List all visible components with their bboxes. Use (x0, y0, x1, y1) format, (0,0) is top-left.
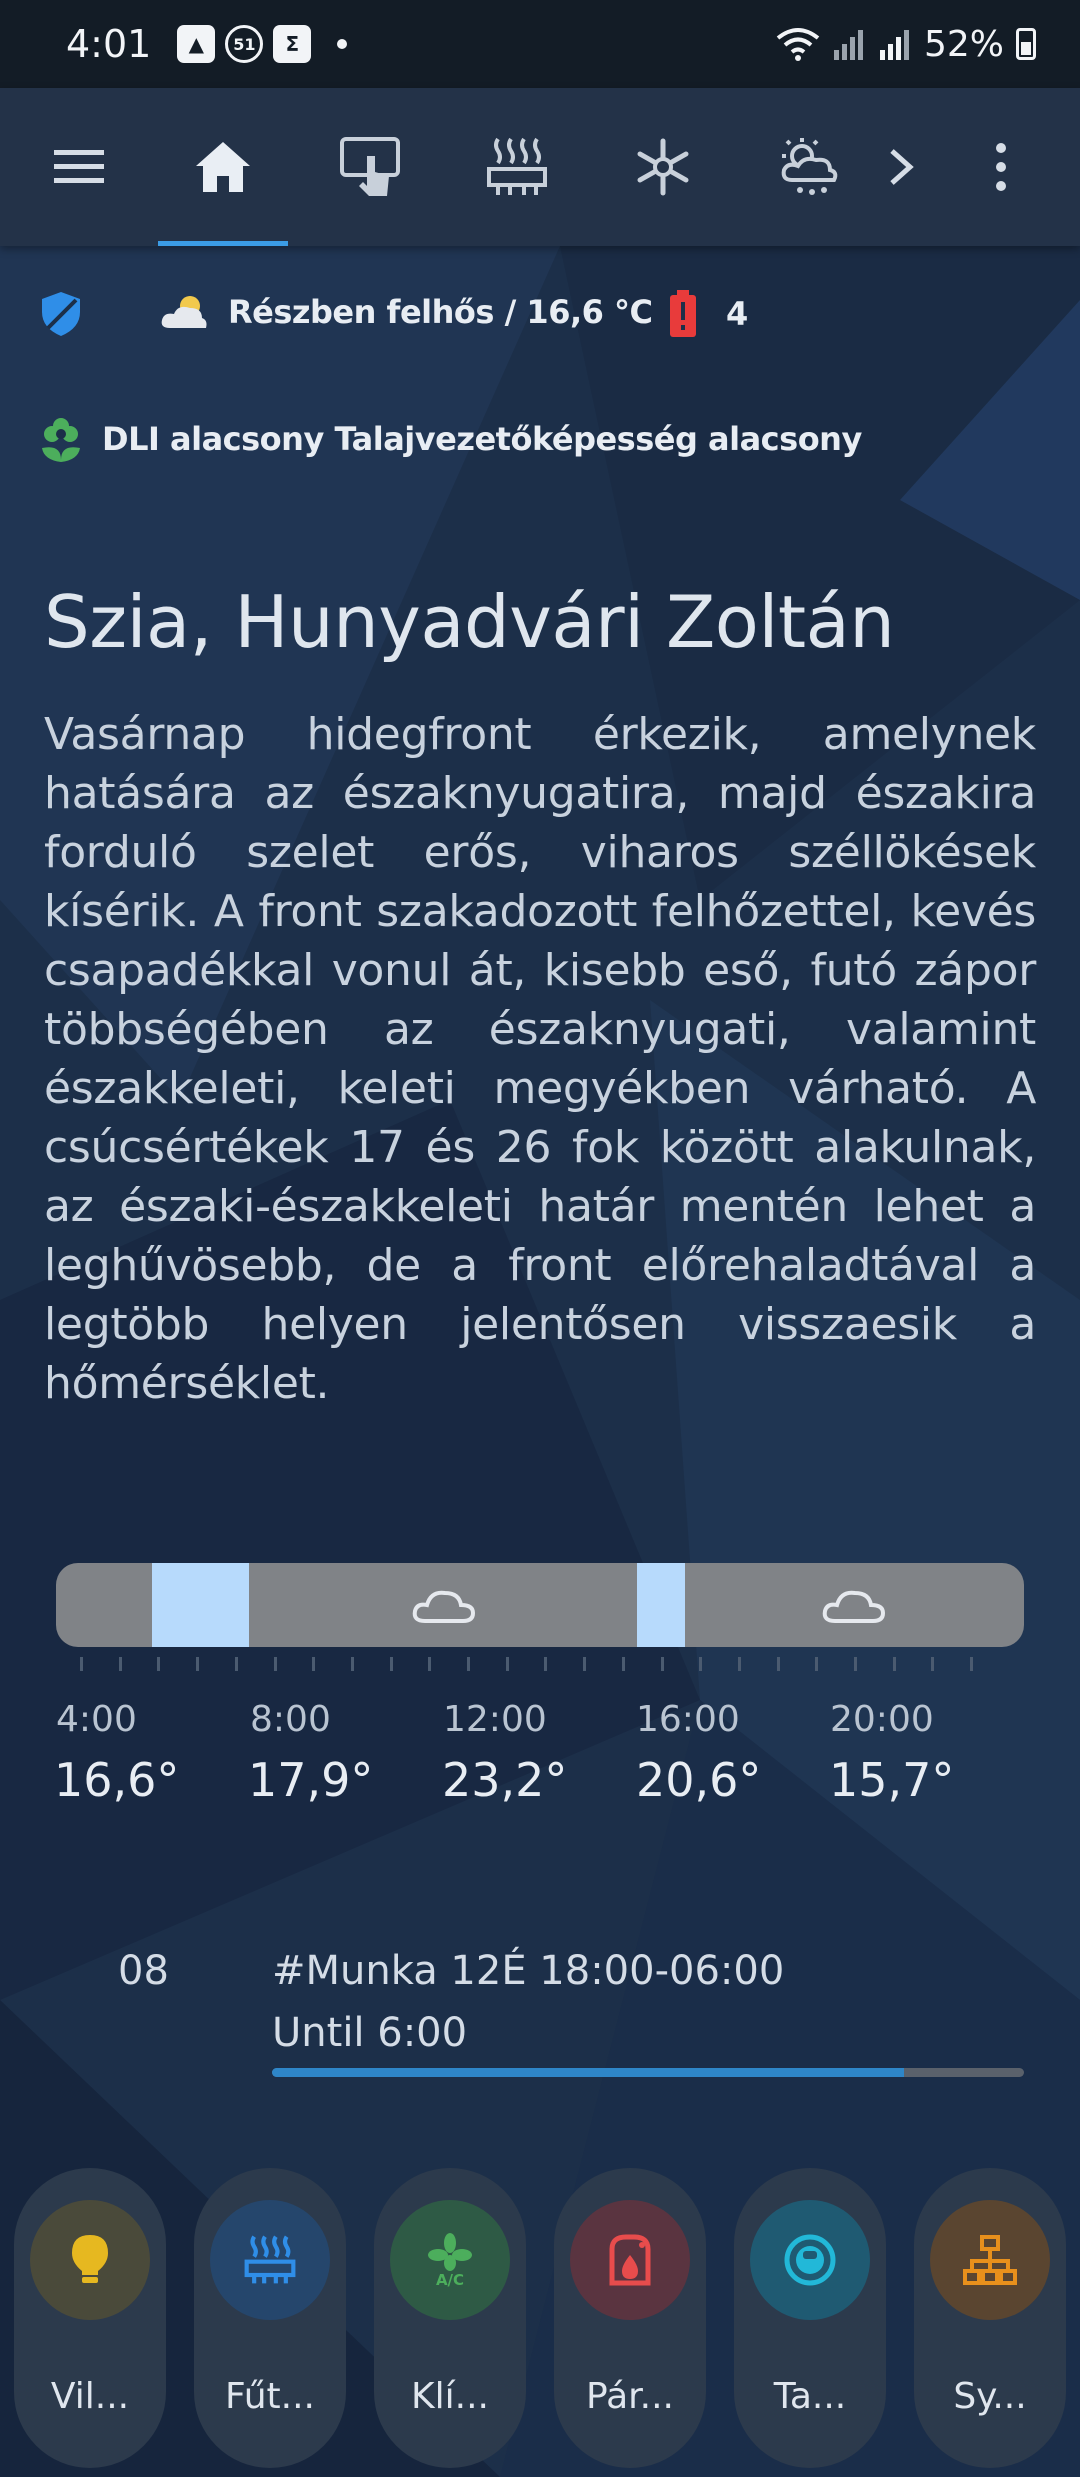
shortcut-ac[interactable]: A/C Klí... (374, 2168, 526, 2468)
ac-icon: A/C (428, 2233, 472, 2287)
shortcut-icon-circle (570, 2200, 690, 2320)
heater-icon (244, 2235, 296, 2284)
shortcut-system[interactable]: Sy... (914, 2168, 1066, 2468)
shortcut-icon-circle: A/C (390, 2200, 510, 2320)
shortcut-heating[interactable]: Fűt... (194, 2168, 346, 2468)
shortcut-label: Ta... (773, 2376, 847, 2417)
shortcut-bar: Vil... Fűt... A/C Klí... Pár... Ta... Sy… (0, 0, 1080, 2477)
humidifier-icon (609, 2234, 651, 2286)
shortcut-icon-circle (30, 2200, 150, 2320)
robot-vacuum-icon (784, 2234, 836, 2286)
shortcut-label: Klí... (411, 2376, 489, 2417)
shortcut-humidifier[interactable]: Pár... (554, 2168, 706, 2468)
shortcut-label: Pár... (586, 2376, 674, 2417)
shortcut-label: Vil... (50, 2376, 130, 2417)
svg-text:A/C: A/C (436, 2271, 464, 2287)
shortcut-icon-circle (750, 2200, 870, 2320)
shortcut-vacuum[interactable]: Ta... (734, 2168, 886, 2468)
bulb-icon (72, 2235, 108, 2283)
shortcut-label: Fűt... (225, 2376, 315, 2417)
shortcut-label: Sy... (953, 2376, 1027, 2417)
shortcut-lights[interactable]: Vil... (14, 2168, 166, 2468)
network-icon (963, 2235, 1017, 2285)
shortcut-icon-circle (210, 2200, 330, 2320)
shortcut-icon-circle (930, 2200, 1050, 2320)
